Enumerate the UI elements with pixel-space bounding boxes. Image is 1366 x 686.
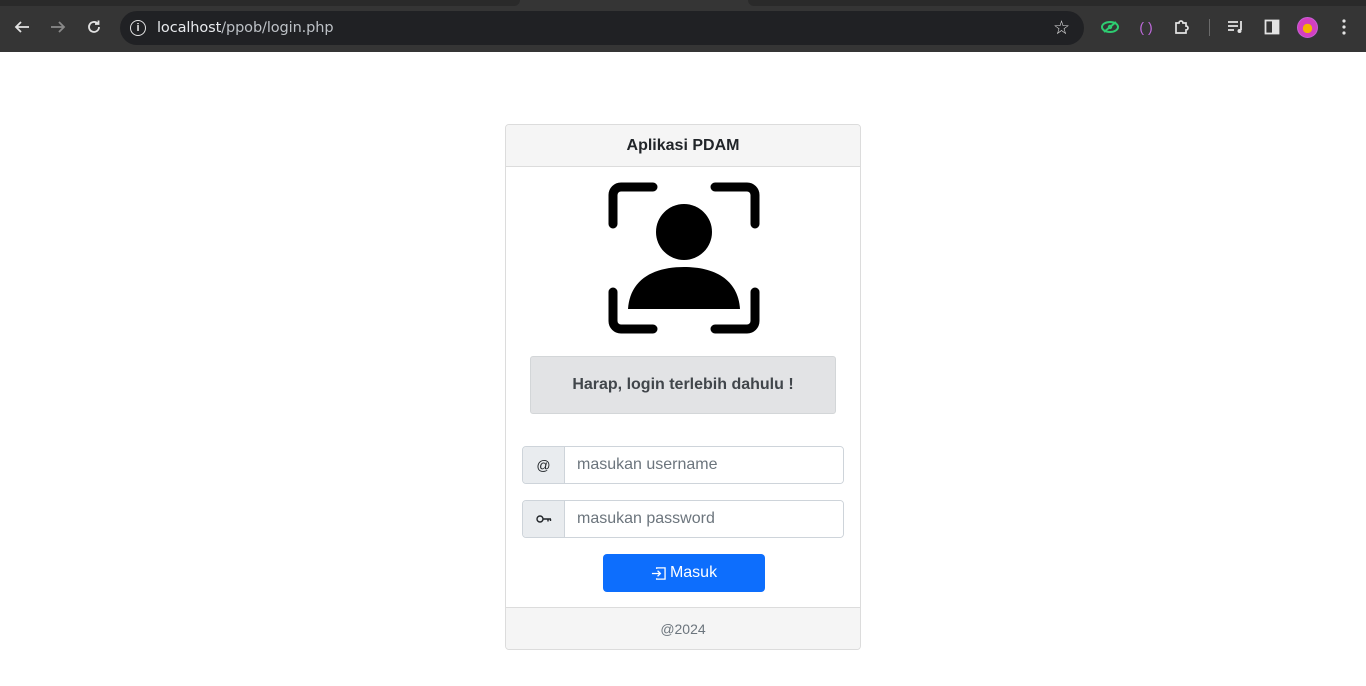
extension-brackets-icon[interactable]: ( ) (1135, 16, 1157, 38)
reload-icon (88, 20, 100, 33)
extension-eye-icon[interactable] (1099, 16, 1121, 38)
username-input[interactable] (565, 447, 843, 483)
tab-strip (748, 0, 1366, 6)
bookmark-star-icon[interactable]: ☆ (1053, 17, 1070, 40)
forward-button[interactable] (45, 14, 71, 40)
arrow-right-icon (51, 21, 66, 33)
extensions-puzzle-icon[interactable] (1171, 16, 1193, 38)
site-info-icon[interactable]: i (130, 20, 146, 36)
side-panel-icon[interactable] (1261, 16, 1283, 38)
card-title: Aplikasi PDAM (506, 125, 860, 167)
login-submit-button[interactable]: Masuk (603, 554, 765, 592)
at-sign-addon: @ (523, 447, 565, 483)
tab-strip (0, 0, 520, 6)
box-arrow-in-right-icon (651, 566, 666, 580)
menu-kebab-icon[interactable] (1333, 16, 1355, 38)
address-bar[interactable]: i localhost/ppob/login.php ☆ (120, 11, 1084, 45)
reload-button[interactable] (81, 14, 107, 40)
card-footer: @2024 (506, 607, 860, 649)
profile-avatar[interactable] (1297, 17, 1318, 38)
url-text[interactable]: localhost/ppob/login.php (157, 20, 334, 36)
login-notice-alert: Harap, login terlebih dahulu ! (530, 356, 836, 414)
password-input[interactable] (565, 501, 843, 537)
password-input-group (522, 500, 844, 538)
key-icon (523, 501, 565, 537)
arrow-left-icon (14, 21, 29, 33)
media-queue-icon[interactable] (1225, 16, 1247, 38)
login-card: Aplikasi PDAM Harap, login terlebih dahu… (505, 124, 861, 650)
back-button[interactable] (9, 14, 35, 40)
person-bounding-box-icon (608, 182, 760, 334)
toolbar-divider (1209, 19, 1210, 36)
username-input-group: @ (522, 446, 844, 484)
browser-toolbar: i localhost/ppob/login.php ☆ ( ) (0, 0, 1366, 52)
login-submit-label: Masuk (669, 564, 718, 581)
